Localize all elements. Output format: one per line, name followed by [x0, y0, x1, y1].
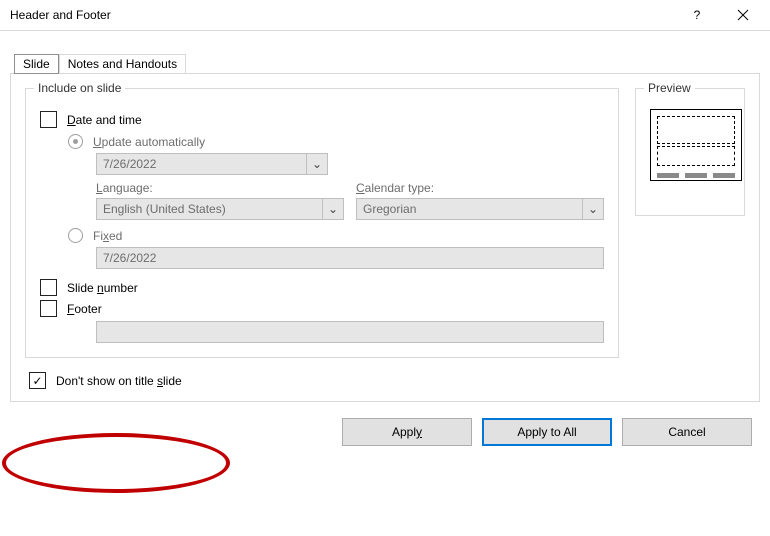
preview-thumbnail [650, 109, 742, 181]
calendar-type-label: Calendar type: [356, 181, 604, 195]
checkbox-icon [40, 300, 57, 317]
update-auto-label: Update automatically [93, 135, 205, 149]
fixed-date-value: 7/26/2022 [103, 251, 156, 265]
preview-group: Preview [635, 88, 745, 216]
chevron-down-icon: ⌄ [306, 154, 327, 174]
apply-to-all-button[interactable]: Apply to All [482, 418, 612, 446]
chevron-down-icon: ⌄ [322, 199, 343, 219]
apply-button[interactable]: Apply [342, 418, 472, 446]
chevron-down-icon: ⌄ [582, 199, 603, 219]
language-value: English (United States) [103, 202, 226, 216]
fixed-label: Fixed [93, 229, 122, 243]
preview-legend: Preview [644, 81, 695, 95]
tab-notes-handouts[interactable]: Notes and Handouts [59, 54, 186, 74]
cancel-button[interactable]: Cancel [622, 418, 752, 446]
include-legend: Include on slide [34, 81, 125, 95]
footer-label: Footer [67, 302, 102, 316]
slide-number-checkbox[interactable]: Slide number [40, 279, 604, 296]
language-label: Language: [96, 181, 344, 195]
update-auto-radio: Update automatically [68, 134, 604, 149]
radio-icon [68, 134, 83, 149]
preview-title-placeholder [657, 116, 735, 144]
date-time-checkbox[interactable]: Date and time [40, 111, 604, 128]
date-time-label: Date and time [67, 113, 142, 127]
preview-footer-left [657, 173, 679, 178]
fixed-date-input: 7/26/2022 [96, 247, 604, 269]
footer-input [96, 321, 604, 343]
preview-footer-center [685, 173, 707, 178]
calendar-type-value: Gregorian [363, 202, 416, 216]
preview-body-placeholder [657, 146, 735, 166]
preview-footer-right [713, 173, 735, 178]
slide-number-label: Slide number [67, 281, 138, 295]
close-button[interactable] [720, 0, 766, 30]
auto-date-value: 7/26/2022 [103, 157, 156, 171]
include-on-slide-group: Include on slide Date and time Update au… [25, 88, 619, 358]
language-combo: English (United States) ⌄ [96, 198, 344, 220]
tab-slide[interactable]: Slide [14, 54, 59, 74]
auto-date-combo: 7/26/2022 ⌄ [96, 153, 328, 175]
close-icon [737, 9, 749, 21]
checkbox-icon [40, 111, 57, 128]
fixed-radio: Fixed [68, 228, 604, 243]
dialog-title: Header and Footer [10, 8, 674, 22]
calendar-type-combo: Gregorian ⌄ [356, 198, 604, 220]
radio-icon [68, 228, 83, 243]
footer-checkbox[interactable]: Footer [40, 300, 604, 317]
help-button[interactable]: ? [674, 0, 720, 30]
dont-show-title-label: Don't show on title slide [56, 374, 182, 388]
checkbox-icon [40, 279, 57, 296]
checkbox-icon [29, 372, 46, 389]
dont-show-title-checkbox[interactable]: Don't show on title slide [29, 372, 745, 389]
